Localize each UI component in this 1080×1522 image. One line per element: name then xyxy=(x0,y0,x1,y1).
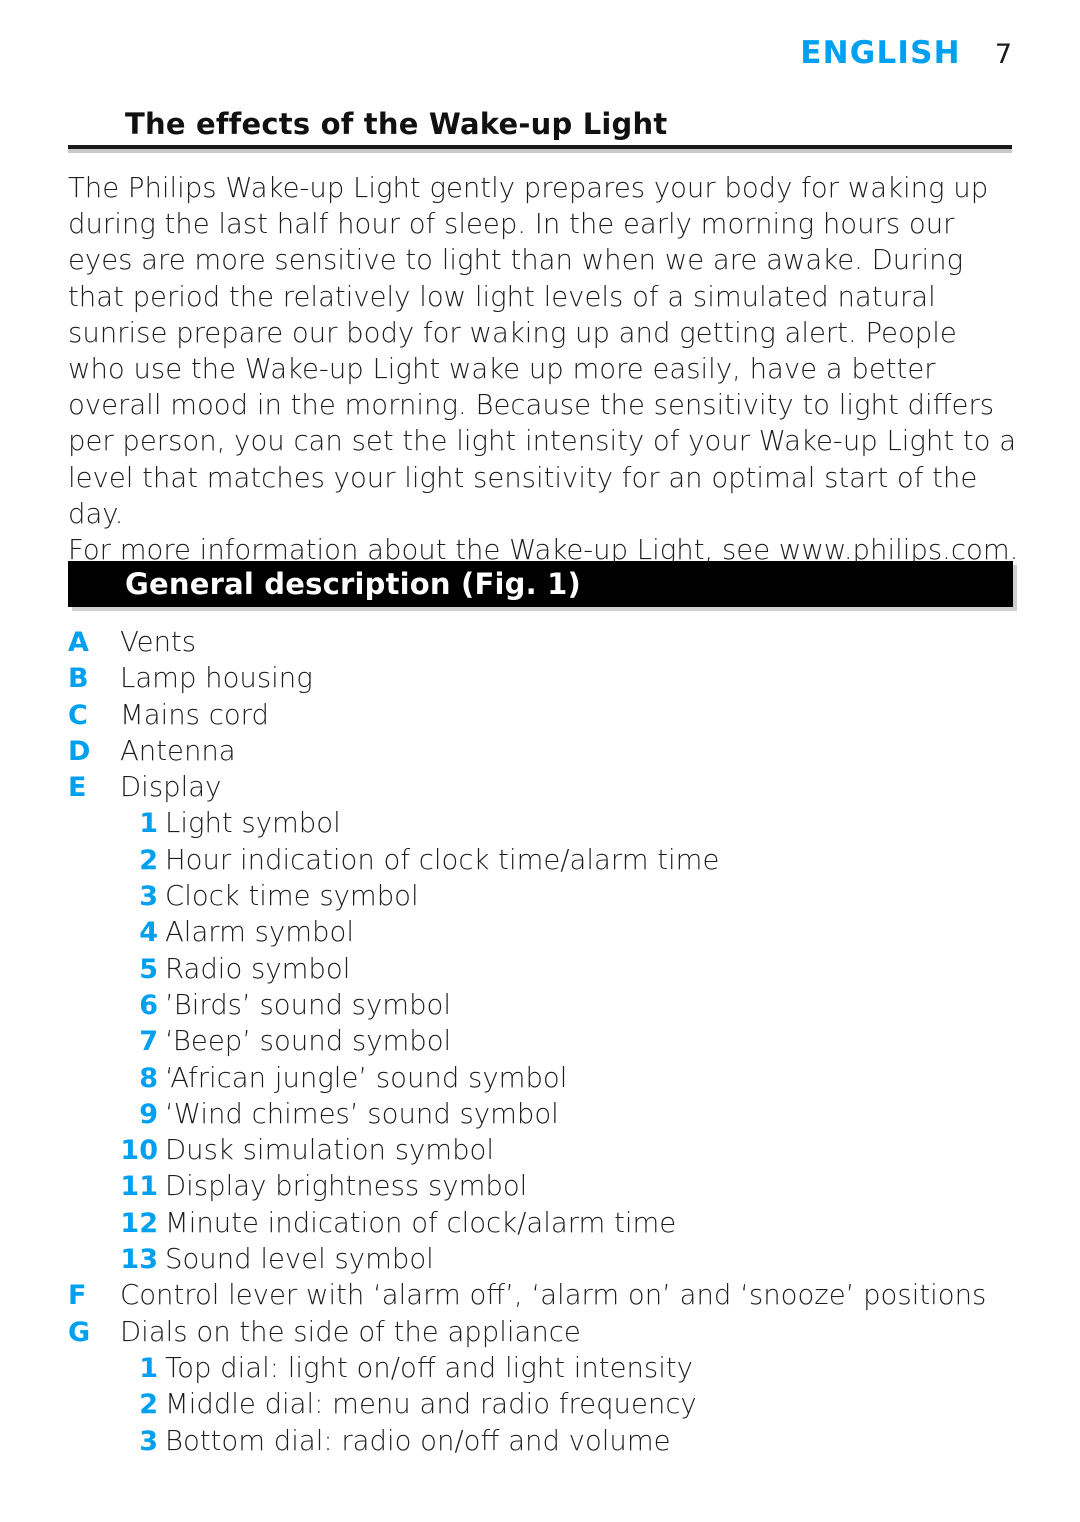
list-item-marker: 3 xyxy=(139,1425,158,1457)
list-item-marker: 13 xyxy=(120,1244,158,1276)
section-heading-text: The effects of the Wake-up Light xyxy=(125,107,668,141)
list-item: 3 Clock time symbol xyxy=(68,880,1020,916)
list-item-label: ‘Beep’ sound symbol xyxy=(165,1025,452,1058)
list-item-label: Minute indication of clock/alarm time xyxy=(165,1206,677,1239)
list-item-label: Top dial: light on/off and light intensi… xyxy=(165,1351,693,1384)
list-item-marker: F xyxy=(68,1280,87,1312)
list-item-marker: A xyxy=(68,627,89,658)
list-item-label: ‘Wind chimes’ sound symbol xyxy=(165,1097,559,1130)
list-item-marker: 12 xyxy=(120,1207,158,1239)
list-item-marker: 5 xyxy=(139,953,158,985)
list-item: C Mains cord xyxy=(68,699,1020,735)
list-item-marker: 2 xyxy=(139,1389,158,1421)
list-item-label: Dusk simulation symbol xyxy=(165,1134,495,1167)
list-item: 10 Dusk simulation symbol xyxy=(68,1134,1020,1170)
list-item-marker: 11 xyxy=(120,1171,158,1203)
list-item-marker: E xyxy=(68,772,87,804)
running-header: ENGLISH 7 xyxy=(800,38,1012,69)
list-item: 1 Top dial: light on/off and light intens… xyxy=(68,1352,1020,1388)
list-item: G Dials on the side of the appliance xyxy=(68,1316,1020,1352)
list-item: A Vents xyxy=(68,626,1020,662)
list-item-marker: C xyxy=(68,699,88,731)
language-label: ENGLISH xyxy=(800,35,961,71)
list-item: 13 Sound level symbol xyxy=(68,1243,1020,1279)
list-item-marker: 6 xyxy=(139,989,158,1021)
list-item-label: Clock time symbol xyxy=(165,880,419,913)
list-item: E Display xyxy=(68,771,1020,807)
body-copy: The Philips Wake-up Light gently prepare… xyxy=(68,170,1020,568)
list-item-marker: 7 xyxy=(139,1026,158,1058)
list-item: 2 Hour indication of clock time/alarm tim… xyxy=(68,844,1020,880)
list-item: 9 ‘Wind chimes’ sound symbol xyxy=(68,1098,1020,1134)
list-item-label: Control lever with ‘alarm off’, ‘alarm o… xyxy=(120,1279,987,1312)
list-item: 5 Radio symbol xyxy=(68,953,1020,989)
general-description-list: A Vents B Lamp housing C Mains cord D Antenna E D… xyxy=(68,626,1020,1461)
list-item-label: Alarm symbol xyxy=(165,916,354,949)
list-item-label: Bottom dial: radio on/off and volume xyxy=(165,1424,671,1457)
list-item: 7 ‘Beep’ sound symbol xyxy=(68,1025,1020,1061)
list-item: F Control lever with ‘alarm off’, ‘alarm … xyxy=(68,1279,1020,1315)
list-item-label: Dials on the side of the appliance xyxy=(120,1315,581,1348)
list-item: B Lamp housing xyxy=(68,662,1020,698)
list-item-label: Mains cord xyxy=(120,698,269,731)
manual-page: ENGLISH 7 The effects of the Wake-up Lig… xyxy=(0,0,1080,1522)
list-item: 3 Bottom dial: radio on/off and volume xyxy=(68,1425,1020,1461)
list-item-label: Hour indication of clock time/alarm time xyxy=(165,843,720,876)
list-item-marker: 1 xyxy=(139,1352,158,1384)
list-item: 12 Minute indication of clock/alarm time xyxy=(68,1207,1020,1243)
list-item-marker: G xyxy=(68,1316,91,1348)
list-item-marker: 1 xyxy=(139,808,158,840)
list-item: 11 Display brightness symbol xyxy=(68,1170,1020,1206)
list-item-marker: 9 xyxy=(139,1098,158,1130)
list-item-marker: 8 xyxy=(139,1062,158,1094)
list-item-label: Radio symbol xyxy=(165,952,351,985)
general-description-banner-text: General description (Fig. 1) xyxy=(125,567,581,601)
list-item: 8 ‘African jungle’ sound symbol xyxy=(68,1062,1020,1098)
list-item-label: Light symbol xyxy=(165,807,341,840)
list-item-marker: D xyxy=(68,735,91,767)
paragraph-intro: The Philips Wake-up Light gently prepare… xyxy=(68,172,1017,530)
list-item-marker: 10 xyxy=(120,1135,158,1167)
general-description-banner: General description (Fig. 1) xyxy=(68,561,1013,607)
section-heading: The effects of the Wake-up Light xyxy=(68,106,1012,150)
heading-rule xyxy=(68,145,1012,150)
list-item-label: Display xyxy=(120,771,222,804)
page-number: 7 xyxy=(994,39,1012,70)
list-item-label: ‘African jungle’ sound symbol xyxy=(165,1061,568,1094)
list-item-label: Sound level symbol xyxy=(165,1243,434,1276)
list-item-label: Middle dial: menu and radio frequency xyxy=(165,1388,697,1421)
list-item-marker: 2 xyxy=(139,844,158,876)
list-item-marker: 4 xyxy=(139,917,158,949)
list-item: 6 ’Birds’ sound symbol xyxy=(68,989,1020,1025)
list-item-label: Vents xyxy=(120,626,197,658)
list-item-marker: B xyxy=(68,663,89,695)
list-item: D Antenna xyxy=(68,735,1020,771)
list-item-label: Display brightness symbol xyxy=(165,1170,528,1203)
list-item: 1 Light symbol xyxy=(68,807,1020,843)
list-item-marker: 3 xyxy=(139,881,158,913)
list-item-label: Antenna xyxy=(120,734,236,767)
list-item-label: Lamp housing xyxy=(120,662,313,695)
list-item: 2 Middle dial: menu and radio frequency xyxy=(68,1388,1020,1424)
list-item-label: ’Birds’ sound symbol xyxy=(165,988,451,1021)
list-item: 4 Alarm symbol xyxy=(68,916,1020,952)
